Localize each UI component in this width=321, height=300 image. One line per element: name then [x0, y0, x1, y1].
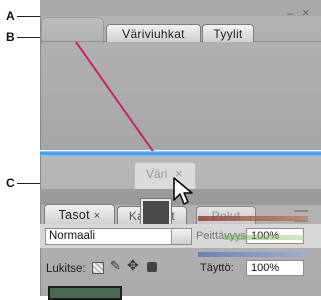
fill-field[interactable]: 100% [246, 260, 304, 276]
fill-label: Täyttö: [200, 262, 234, 274]
layer-thumbnail[interactable] [48, 286, 122, 300]
lock-label: Lukitse: [46, 263, 86, 275]
arrow-cursor-icon [173, 177, 193, 205]
tab-layers-label: Tasot [58, 208, 90, 222]
lock-brush-icon[interactable]: ✎ [110, 259, 121, 274]
lock-move-icon[interactable]: ✥ [127, 258, 139, 274]
blend-mode-select[interactable]: Normaali [45, 228, 192, 245]
dragged-tab-label: Väri [146, 167, 168, 181]
lock-all-icon[interactable] [147, 262, 157, 272]
lock-transparent-icon[interactable] [92, 262, 104, 274]
tab-paths[interactable]: Polut [196, 206, 256, 224]
tab-layers-close-icon[interactable]: × [94, 210, 101, 222]
overlay-stripe-green [224, 235, 304, 240]
overlay-stripe [198, 216, 308, 221]
tab-layers[interactable]: Tasot × [44, 204, 115, 224]
chevron-down-icon[interactable] [171, 229, 191, 244]
overlay-stripe-blue [198, 252, 308, 257]
